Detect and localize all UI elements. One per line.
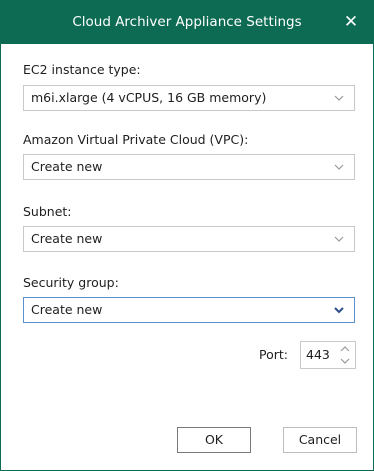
dialog-titlebar: Cloud Archiver Appliance Settings ✕ [1, 0, 373, 44]
vpc-value: Create new [31, 159, 103, 174]
ec2-instance-type-value: m6i.xlarge (4 vCPUS, 16 GB memory) [31, 90, 267, 105]
ec2-instance-type-label: EC2 instance type: [23, 62, 141, 77]
ok-button[interactable]: OK [177, 427, 251, 453]
chevron-down-icon [334, 95, 344, 101]
subnet-dropdown[interactable]: Create new [23, 226, 355, 252]
port-value: 443 [306, 347, 330, 362]
cancel-button[interactable]: Cancel [283, 427, 357, 453]
port-stepper[interactable]: 443 [300, 341, 356, 369]
subnet-label: Subnet: [23, 204, 72, 219]
chevron-down-icon [334, 236, 344, 242]
dialog-title: Cloud Archiver Appliance Settings [72, 14, 302, 30]
close-icon[interactable]: ✕ [341, 12, 361, 32]
vpc-dropdown[interactable]: Create new [23, 154, 355, 180]
port-label: Port: [259, 347, 288, 362]
cloud-archiver-settings-dialog: Cloud Archiver Appliance Settings ✕ EC2 … [0, 0, 374, 471]
chevron-up-icon [340, 346, 350, 352]
chevron-down-icon [340, 358, 350, 364]
chevron-down-icon [334, 164, 344, 170]
port-decrement-button[interactable] [335, 355, 355, 368]
security-group-label: Security group: [23, 275, 119, 290]
port-increment-button[interactable] [335, 342, 355, 355]
subnet-value: Create new [31, 231, 103, 246]
chevron-down-icon [334, 307, 344, 314]
security-group-dropdown[interactable]: Create new [23, 297, 355, 323]
ec2-instance-type-dropdown[interactable]: m6i.xlarge (4 vCPUS, 16 GB memory) [23, 85, 355, 111]
security-group-value: Create new [31, 302, 103, 317]
vpc-label: Amazon Virtual Private Cloud (VPC): [23, 132, 249, 147]
